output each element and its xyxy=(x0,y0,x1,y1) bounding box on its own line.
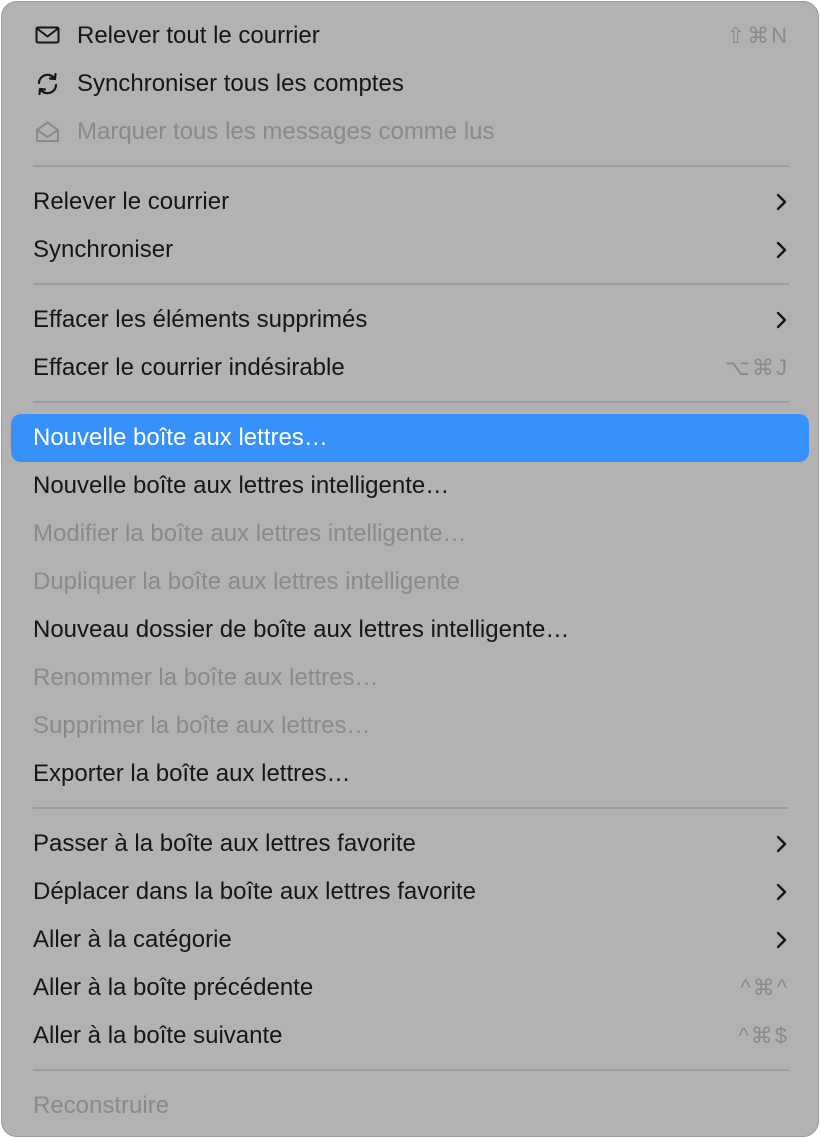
menu-separator xyxy=(33,165,789,167)
menu-item-erase-junk[interactable]: Effacer le courrier indésirable ⌥⌘J xyxy=(11,344,809,392)
chevron-right-icon xyxy=(775,311,789,329)
menu-item-label: Nouvelle boîte aux lettres… xyxy=(33,424,328,451)
keyboard-shortcut: ^⌘^ xyxy=(740,975,789,1000)
menu-item-new-mailbox[interactable]: Nouvelle boîte aux lettres… xyxy=(11,414,809,462)
menu-item-label: Passer à la boîte aux lettres favorite xyxy=(33,830,416,857)
menu-separator xyxy=(33,401,789,403)
menu-separator xyxy=(33,807,789,809)
chevron-right-icon xyxy=(775,883,789,901)
chevron-right-icon xyxy=(775,835,789,853)
menu-item-export-mailbox[interactable]: Exporter la boîte aux lettres… xyxy=(11,750,809,798)
menu-item-label: Marquer tous les messages comme lus xyxy=(77,118,495,145)
menu-item-new-smart-mailbox[interactable]: Nouvelle boîte aux lettres intelligente… xyxy=(11,462,809,510)
menu-item-duplicate-smart-mailbox[interactable]: Dupliquer la boîte aux lettres intellige… xyxy=(11,558,809,606)
menu-item-rebuild[interactable]: Reconstruire xyxy=(11,1082,809,1130)
menu-item-get-mail[interactable]: Relever le courrier xyxy=(11,178,809,226)
menu-separator xyxy=(33,1069,789,1071)
menu-item-sync-all-accounts[interactable]: Synchroniser tous les comptes xyxy=(11,60,809,108)
menu-item-label: Synchroniser xyxy=(33,236,174,263)
menu-item-move-to-favorite-mailbox[interactable]: Déplacer dans la boîte aux lettres favor… xyxy=(11,868,809,916)
menu-item-label: Modifier la boîte aux lettres intelligen… xyxy=(33,520,467,547)
menu-item-label: Dupliquer la boîte aux lettres intellige… xyxy=(33,568,460,595)
menu-item-label: Synchroniser tous les comptes xyxy=(77,70,404,97)
menu-item-synchronize[interactable]: Synchroniser xyxy=(11,226,809,274)
chevron-right-icon xyxy=(775,241,789,259)
keyboard-shortcut: ⌥⌘J xyxy=(724,355,789,380)
menu-item-label: Aller à la boîte précédente xyxy=(33,974,314,1001)
menu-item-label: Renommer la boîte aux lettres… xyxy=(33,664,379,691)
sync-icon xyxy=(34,72,62,96)
menu-item-label: Déplacer dans la boîte aux lettres favor… xyxy=(33,878,476,905)
open-envelope-icon xyxy=(34,120,62,144)
menu-item-edit-smart-mailbox[interactable]: Modifier la boîte aux lettres intelligen… xyxy=(11,510,809,558)
keyboard-shortcut: ^⌘$ xyxy=(738,1023,789,1048)
chevron-right-icon xyxy=(775,931,789,949)
menu-item-label: Supprimer la boîte aux lettres… xyxy=(33,712,371,739)
menu-item-go-to-next-mailbox[interactable]: Aller à la boîte suivante ^⌘$ xyxy=(11,1012,809,1060)
menu-item-get-all-mail[interactable]: Relever tout le courrier ⇧⌘N xyxy=(11,12,809,60)
menu-item-label: Relever le courrier xyxy=(33,188,230,215)
menu-item-label: Reconstruire xyxy=(33,1092,170,1119)
menu-item-new-smart-mailbox-folder[interactable]: Nouveau dossier de boîte aux lettres int… xyxy=(11,606,809,654)
menu-item-erase-deleted[interactable]: Effacer les éléments supprimés xyxy=(11,296,809,344)
menu-item-label: Effacer le courrier indésirable xyxy=(33,354,345,381)
envelope-icon xyxy=(34,24,62,48)
menu-item-rename-mailbox[interactable]: Renommer la boîte aux lettres… xyxy=(11,654,809,702)
mailbox-menu: Relever tout le courrier ⇧⌘N Synchronise… xyxy=(1,1,819,1137)
menu-item-label: Exporter la boîte aux lettres… xyxy=(33,760,351,787)
chevron-right-icon xyxy=(775,193,789,211)
menu-item-label: Nouveau dossier de boîte aux lettres int… xyxy=(33,616,570,643)
menu-item-go-to-category[interactable]: Aller à la catégorie xyxy=(11,916,809,964)
keyboard-shortcut: ⇧⌘N xyxy=(726,23,789,48)
menu-item-label: Aller à la catégorie xyxy=(33,926,232,953)
menu-item-go-to-favorite-mailbox[interactable]: Passer à la boîte aux lettres favorite xyxy=(11,820,809,868)
menu-item-go-to-previous-mailbox[interactable]: Aller à la boîte précédente ^⌘^ xyxy=(11,964,809,1012)
menu-item-label: Aller à la boîte suivante xyxy=(33,1022,283,1049)
menu-item-label: Effacer les éléments supprimés xyxy=(33,306,368,333)
menu-item-label: Nouvelle boîte aux lettres intelligente… xyxy=(33,472,450,499)
menu-item-label: Relever tout le courrier xyxy=(77,22,320,49)
menu-item-delete-mailbox[interactable]: Supprimer la boîte aux lettres… xyxy=(11,702,809,750)
menu-item-mark-all-read[interactable]: Marquer tous les messages comme lus xyxy=(11,108,809,156)
menu-separator xyxy=(33,283,789,285)
